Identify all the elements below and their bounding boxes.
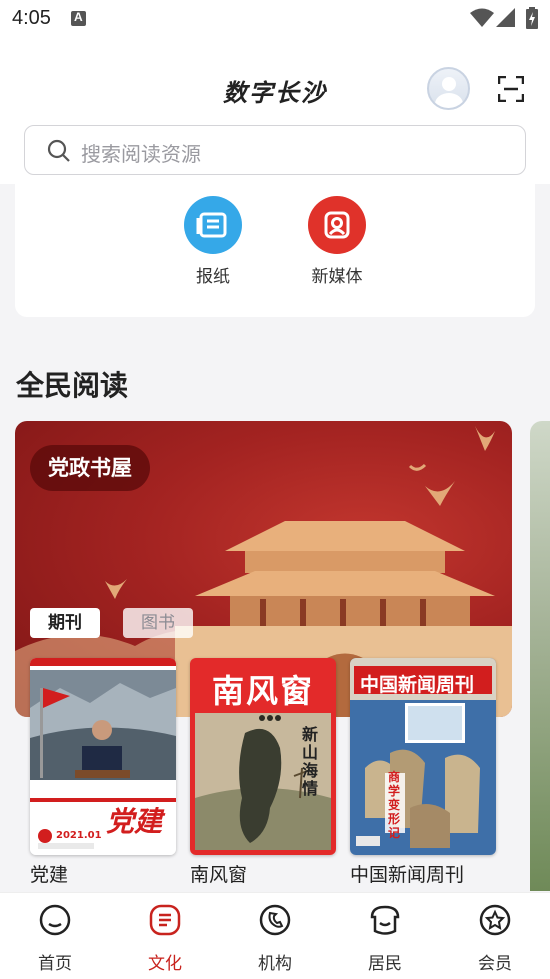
status-time: 4:05 bbox=[12, 7, 51, 29]
resident-icon bbox=[370, 905, 400, 935]
book-cover-headline: 商学变形记 bbox=[388, 770, 401, 840]
book-title: 南风窗 bbox=[190, 864, 248, 886]
user-avatar[interactable] bbox=[427, 67, 470, 110]
wifi-icon bbox=[470, 8, 494, 27]
nav-label: 机构 bbox=[258, 954, 292, 974]
book-cover-masthead: 南风窗 bbox=[211, 672, 314, 710]
app-header: 数字长沙 搜索阅读资源 bbox=[0, 40, 550, 184]
bottom-nav: 首页 文化 机构 居民 会员 bbox=[0, 892, 550, 979]
book-title: 中国新闻周刊 bbox=[350, 864, 465, 886]
service-label: 新媒体 bbox=[311, 267, 363, 287]
battery-icon bbox=[526, 7, 538, 29]
status-bar: 4:05 bbox=[0, 0, 550, 40]
nav-label: 会员 bbox=[478, 954, 512, 974]
services-card: 报纸 新媒体 bbox=[15, 184, 535, 317]
book-title: 党建 bbox=[30, 864, 69, 886]
next-banner-peek[interactable] bbox=[530, 421, 550, 891]
nav-label: 居民 bbox=[368, 954, 402, 974]
scan-icon[interactable] bbox=[498, 76, 524, 102]
nav-item-home[interactable]: 首页 bbox=[15, 903, 95, 974]
institution-icon bbox=[259, 904, 291, 936]
book-cover-headline: 新山海情 bbox=[302, 725, 319, 798]
member-icon bbox=[479, 904, 511, 936]
book-cover-masthead: 中国新闻周刊 bbox=[360, 674, 475, 696]
home-icon bbox=[39, 904, 71, 936]
tab-periodicals[interactable]: 期刊 bbox=[30, 608, 100, 638]
avatar-body-shape bbox=[435, 93, 463, 108]
search-bar[interactable]: 搜索阅读资源 bbox=[24, 125, 526, 175]
nav-item-member[interactable]: 会员 bbox=[455, 903, 535, 974]
book-cover[interactable]: 南风窗 新山海情 bbox=[190, 658, 336, 855]
service-new-media[interactable]: 新媒体 bbox=[297, 196, 377, 287]
banner-chip: 党政书屋 bbox=[30, 445, 150, 491]
nav-label: 文化 bbox=[148, 954, 182, 974]
culture-icon bbox=[149, 904, 181, 936]
accessibility-notification-icon bbox=[71, 10, 86, 26]
search-icon bbox=[47, 139, 70, 162]
newspaper-icon bbox=[184, 196, 242, 254]
signal-icon bbox=[496, 8, 515, 27]
new-media-icon bbox=[308, 196, 366, 254]
tab-books[interactable]: 图书 bbox=[123, 608, 193, 638]
avatar-head-shape bbox=[442, 77, 456, 91]
service-newspaper[interactable]: 报纸 bbox=[173, 196, 253, 287]
book-cover[interactable]: 中国新闻周刊 商学变形记 bbox=[350, 658, 496, 855]
search-placeholder: 搜索阅读资源 bbox=[81, 142, 201, 166]
nav-item-culture[interactable]: 文化 bbox=[125, 903, 205, 974]
section-title-reading: 全民阅读 bbox=[16, 369, 129, 402]
book-cover-issue: 2021.01 bbox=[56, 830, 102, 841]
nav-label: 首页 bbox=[38, 954, 72, 974]
book-cover-masthead: 党建 bbox=[106, 805, 163, 838]
nav-item-resident[interactable]: 居民 bbox=[345, 903, 425, 974]
book-cover[interactable]: 党建 2021.01 bbox=[30, 658, 176, 855]
service-label: 报纸 bbox=[196, 267, 230, 287]
nav-item-institution[interactable]: 机构 bbox=[235, 903, 315, 974]
